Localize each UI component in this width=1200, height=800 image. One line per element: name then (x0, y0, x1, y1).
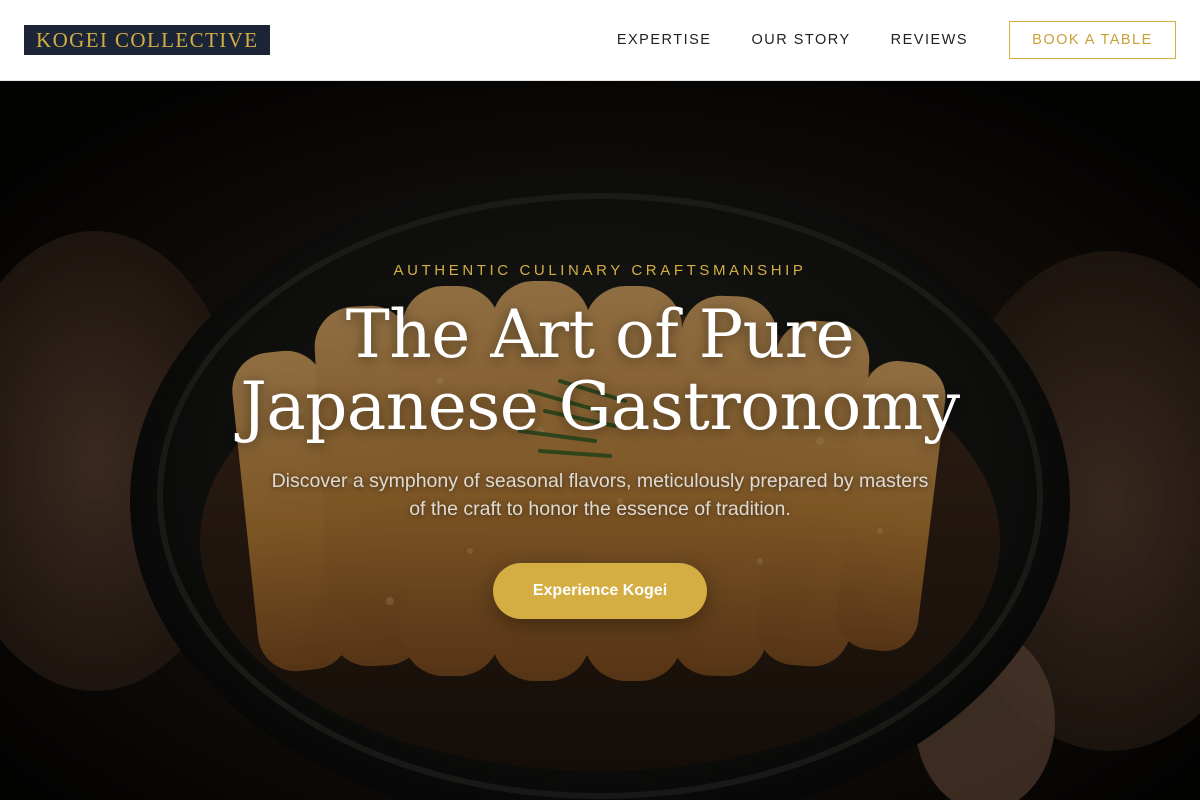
nav-link-reviews[interactable]: REVIEWS (891, 32, 968, 48)
experience-kogei-button[interactable]: Experience Kogei (493, 563, 707, 619)
nav-link-expertise[interactable]: EXPERTISE (617, 32, 712, 48)
main-nav: EXPERTISE OUR STORY REVIEWS (617, 0, 968, 80)
nav-link-our-story[interactable]: OUR STORY (751, 32, 850, 48)
hero-content: AUTHENTIC CULINARY CRAFTSMANSHIP The Art… (0, 81, 1200, 800)
hero-title-line-2: Japanese Gastronomy (240, 368, 960, 445)
hero-section: AUTHENTIC CULINARY CRAFTSMANSHIP The Art… (0, 81, 1200, 800)
hero-eyebrow: AUTHENTIC CULINARY CRAFTSMANSHIP (393, 262, 807, 279)
brand-logo[interactable]: KOGEI COLLECTIVE (24, 25, 271, 55)
hero-subtitle: Discover a symphony of seasonal flavors,… (271, 470, 929, 520)
hero-title-line-1: The Art of Pure (345, 296, 855, 373)
book-table-button[interactable]: BOOK A TABLE (1009, 21, 1176, 59)
top-navbar: KOGEI COLLECTIVE EXPERTISE OUR STORY REV… (0, 0, 1200, 81)
hero-title: The Art of Pure Japanese Gastronomy (100, 299, 1100, 443)
